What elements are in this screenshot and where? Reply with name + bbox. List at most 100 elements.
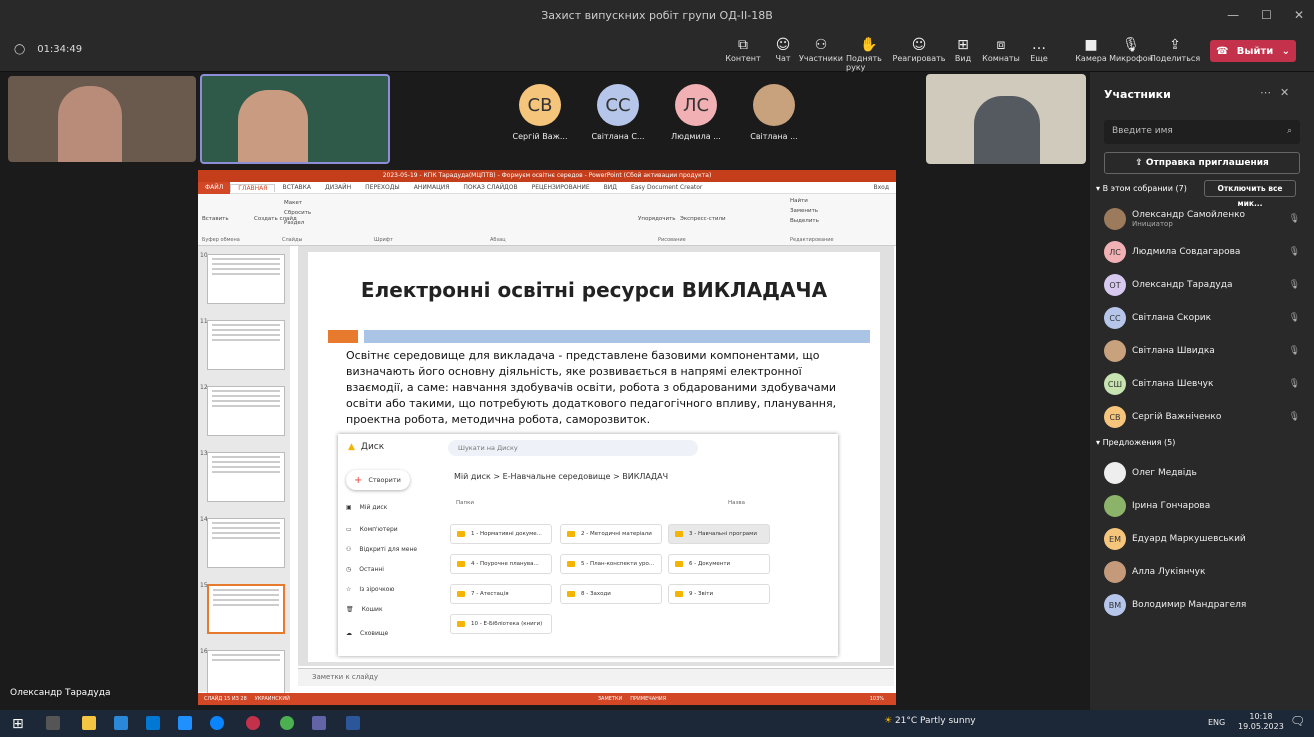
folder-item[interactable]: 9 - Звіти: [668, 584, 770, 604]
drive-breadcrumb[interactable]: Мій диск > Е-Навчальне середовище > ВИКЛ…: [454, 472, 668, 481]
sort-label[interactable]: Назва: [728, 500, 745, 506]
maximize-icon[interactable]: ☐: [1261, 8, 1272, 22]
weather-widget[interactable]: ☀ 21°C Partly sunny: [884, 716, 976, 726]
video-tile-participant[interactable]: [8, 76, 196, 162]
app-icon[interactable]: [210, 716, 224, 730]
share-button[interactable]: ⇪ Поделиться: [1150, 36, 1200, 63]
teams-icon[interactable]: [312, 716, 326, 730]
chevron-down-icon[interactable]: ⌄: [1282, 46, 1290, 57]
slide-thumb[interactable]: [207, 320, 285, 370]
drive-nav-trash[interactable]: 🗑 Кошик: [346, 606, 383, 613]
video-tile-ss[interactable]: СС Світлана С...: [588, 84, 648, 141]
drive-nav-starred[interactable]: ☆ Із зірочкою: [346, 586, 395, 593]
section-button[interactable]: Раздел: [284, 220, 304, 226]
mic-button[interactable]: 🎙 Микрофон: [1108, 36, 1154, 63]
tab-slideshow[interactable]: ПОКАЗ СЛАЙДОВ: [456, 184, 524, 191]
drive-nav-shared[interactable]: ⚇ Відкриті для мене: [346, 546, 417, 553]
raise-hand-button[interactable]: ✋ Поднять руку: [846, 36, 892, 72]
participant-row[interactable]: СВ Сергій Важніченко 🎙: [1104, 404, 1304, 430]
participant-row[interactable]: Олександр Самойленко Инициатор 🎙: [1104, 206, 1304, 232]
tab-insert[interactable]: ВСТАВКА: [275, 184, 318, 191]
video-tile-presenter[interactable]: [926, 74, 1086, 164]
participants-button[interactable]: ⚇ Участники: [798, 36, 844, 63]
folder-item[interactable]: 2 - Методичні матеріали: [560, 524, 662, 544]
suggested-participant[interactable]: Алла Лукіянчук: [1104, 559, 1304, 585]
drive-nav-computers[interactable]: ▭ Комп'ютери: [346, 526, 398, 533]
tab-design[interactable]: ДИЗАЙН: [318, 184, 358, 191]
word-icon[interactable]: [346, 716, 360, 730]
slide-thumb-active[interactable]: [207, 584, 285, 634]
clock[interactable]: 10:18 19.05.2023: [1238, 712, 1284, 732]
slide-thumb[interactable]: [207, 518, 285, 568]
participant-row[interactable]: ОТ Олександр Тарадуда 🎙: [1104, 272, 1304, 298]
suggested-participant[interactable]: Ірина Гончарова: [1104, 493, 1304, 519]
find-button[interactable]: Найти: [790, 198, 808, 204]
paste-button[interactable]: Вставить: [202, 216, 229, 222]
replace-button[interactable]: Заменить: [790, 208, 818, 214]
chrome-icon[interactable]: [280, 716, 294, 730]
drive-nav-storage[interactable]: ☁ Сховище: [346, 630, 388, 637]
drive-create-button[interactable]: + Створити: [346, 470, 410, 490]
minimize-icon[interactable]: —: [1227, 8, 1239, 22]
folder-item[interactable]: 10 - Е-Бібліотека (книги): [450, 614, 552, 634]
invite-button[interactable]: ⇪ Отправка приглашения: [1104, 152, 1300, 174]
folder-item[interactable]: 4 - Поурочне планува...: [450, 554, 552, 574]
layout-button[interactable]: Макет: [284, 200, 302, 206]
snip-icon[interactable]: [178, 716, 192, 730]
participant-row[interactable]: ЛС Людмила Совдагарова 🎙: [1104, 239, 1304, 265]
participant-row[interactable]: Світлана Швидка 🎙: [1104, 338, 1304, 364]
drive-search[interactable]: Шукати на Диску: [448, 440, 698, 456]
reset-button[interactable]: Сбросить: [284, 210, 311, 216]
participant-row[interactable]: СС Світлана Скорик 🎙: [1104, 305, 1304, 331]
suggestions-header[interactable]: ▾ Предложения (5): [1096, 438, 1175, 447]
close-icon[interactable]: ✕: [1294, 8, 1304, 22]
task-view-icon[interactable]: [46, 716, 60, 730]
store-icon[interactable]: [114, 716, 128, 730]
comments-button[interactable]: ПРИМЕЧАНИЯ: [630, 696, 666, 702]
zoom-level[interactable]: 103%: [870, 696, 884, 702]
tab-easy-doc[interactable]: Easy Document Creator: [624, 184, 709, 191]
video-tile-ls[interactable]: ЛС Людмила ...: [666, 84, 726, 141]
powerpoint-window[interactable]: 2023-05-19 - КПК Тарадуда(МЦПТВ) - Форму…: [198, 170, 896, 705]
tab-review[interactable]: РЕЦЕНЗИРОВАНИЕ: [525, 184, 597, 191]
suggested-participant[interactable]: Олег Медвідь: [1104, 460, 1304, 486]
folder-item[interactable]: 6 - Документи: [668, 554, 770, 574]
record-icon[interactable]: [246, 716, 260, 730]
mail-icon[interactable]: [146, 716, 160, 730]
video-tile-sv[interactable]: СВ Сергій Важ...: [510, 84, 570, 141]
panel-more-icon[interactable]: ⋯: [1260, 86, 1271, 99]
participant-row[interactable]: СШ Світлана Шевчук 🎙: [1104, 371, 1304, 397]
notes-button[interactable]: ЗАМЕТКИ: [598, 696, 622, 702]
explorer-icon[interactable]: [82, 716, 96, 730]
folder-item[interactable]: 3 - Навчальні програми: [668, 524, 770, 544]
mute-all-button[interactable]: Отключить все мик...: [1204, 180, 1296, 208]
slide-thumb[interactable]: [207, 452, 285, 502]
folder-item[interactable]: 7 - Атестація: [450, 584, 552, 604]
in-meeting-header[interactable]: ▾ В этом собрании (7): [1096, 184, 1187, 193]
suggested-participant[interactable]: ВМ Володимир Мандрагеля: [1104, 592, 1304, 618]
notes-pane[interactable]: Заметки к слайду: [298, 668, 894, 686]
arrange-button[interactable]: Упорядочить: [638, 216, 676, 222]
folder-item[interactable]: 8 - Заходи: [560, 584, 662, 604]
leave-button[interactable]: ☎ Выйти ⌄: [1210, 40, 1296, 62]
tab-view[interactable]: ВИД: [597, 184, 624, 191]
close-icon[interactable]: ✕: [1280, 86, 1289, 99]
participant-search[interactable]: Введите имя ⌕: [1104, 120, 1300, 144]
drive-nav-mydrive[interactable]: ▣ Мій диск: [346, 504, 387, 511]
quick-styles-button[interactable]: Экспресс-стили: [680, 216, 726, 222]
suggested-participant[interactable]: ЕМ Едуард Маркушевський: [1104, 526, 1304, 552]
tab-transitions[interactable]: ПЕРЕХОДЫ: [358, 184, 407, 191]
slide-canvas[interactable]: Електронні освітні ресурси ВИКЛАДАЧА Осв…: [308, 252, 880, 662]
drive-nav-recent[interactable]: ◷ Останні: [346, 566, 384, 573]
folder-item[interactable]: 1 - Нормативні докуме...: [450, 524, 552, 544]
reactions-button[interactable]: ☺ Реагировать: [893, 36, 946, 63]
video-tile-speaker[interactable]: [200, 74, 390, 164]
login-link[interactable]: Вход: [867, 184, 897, 191]
notification-icon[interactable]: 🗨: [1290, 714, 1305, 728]
more-button[interactable]: … Еще: [1016, 36, 1062, 63]
tab-animations[interactable]: АНИМАЦИЯ: [407, 184, 457, 191]
tab-home[interactable]: ГЛАВНАЯ: [230, 183, 276, 192]
tab-file[interactable]: ФАЙЛ: [198, 181, 231, 194]
video-tile-sh[interactable]: Світлана ...: [744, 84, 804, 141]
select-button[interactable]: Выделить: [790, 218, 819, 224]
